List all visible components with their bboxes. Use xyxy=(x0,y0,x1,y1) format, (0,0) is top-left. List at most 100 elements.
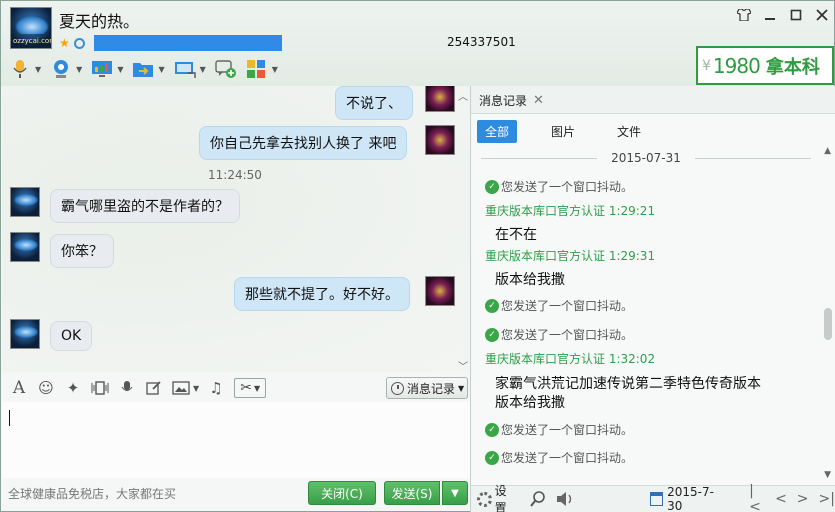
chevron-down-icon[interactable]: ▼ xyxy=(200,65,206,74)
tab-message-history[interactable]: 消息记录 ✕ xyxy=(479,92,544,109)
remote-desktop-button[interactable]: ▼ xyxy=(174,57,206,81)
filter-files[interactable]: 文件 xyxy=(609,120,649,143)
current-date: 2015-7-30 xyxy=(667,485,714,512)
close-icon[interactable] xyxy=(814,7,830,23)
scroll-up-icon[interactable]: ▲ xyxy=(824,146,831,156)
filter-images[interactable]: 图片 xyxy=(543,120,583,143)
previous-page-icon[interactable]: < xyxy=(775,491,787,507)
avatar-logo-icon xyxy=(15,16,49,34)
chevron-down-icon[interactable]: ▼ xyxy=(117,65,123,74)
check-icon: ✓ xyxy=(485,450,499,465)
chevron-down-icon: ▼ xyxy=(451,487,459,499)
message-history-button[interactable]: 消息记录 ▼ xyxy=(386,377,468,399)
avatar[interactable] xyxy=(10,319,40,349)
chevron-down-icon[interactable]: ﹀ xyxy=(458,358,468,372)
scroll-down-icon[interactable]: ▼ xyxy=(824,470,831,480)
avatar[interactable] xyxy=(425,125,455,155)
emoji-icon[interactable]: ☺ xyxy=(37,379,55,397)
qq-number: 254337501 xyxy=(447,35,516,49)
check-icon: ✓ xyxy=(485,298,499,313)
minimize-icon[interactable] xyxy=(762,7,778,23)
footer-ad-link[interactable]: 全球健康品免税店，大家都在买 xyxy=(8,485,176,502)
message-bubble-other[interactable]: OK xyxy=(50,321,93,351)
message-bubble-other[interactable]: 霸气哪里盗的不是作者的？ xyxy=(50,189,240,223)
avatar[interactable] xyxy=(425,86,455,112)
chevron-down-icon[interactable]: ▼ xyxy=(272,65,278,74)
contact-nickname[interactable]: 夏天的热。 xyxy=(59,8,139,32)
transfer-file-button[interactable]: ▼ xyxy=(132,57,165,81)
chat-window: ozzycai.com 夏天的热。 ★ 254337501 ▼ ▼ ▼ ▼ ▼ … xyxy=(0,0,835,512)
transfer-file-icon xyxy=(132,59,154,79)
history-entry-text: 您发送了一个窗口抖动。 xyxy=(501,180,634,194)
history-tabbar: 消息记录 ✕ xyxy=(471,86,835,114)
first-page-icon[interactable]: |< xyxy=(749,483,765,512)
history-entry: ✓ 您发送了一个窗口抖动。 xyxy=(485,421,633,438)
history-message: 版本给我撒 xyxy=(495,395,565,411)
screenshot-button[interactable]: ✂ ▼ xyxy=(234,378,267,398)
create-discussion-button[interactable] xyxy=(215,57,237,81)
chevron-up-icon[interactable]: ︿ xyxy=(458,88,468,103)
magic-wand-icon[interactable]: ✦ xyxy=(64,379,82,397)
maximize-icon[interactable] xyxy=(788,7,804,23)
edit-icon[interactable] xyxy=(145,379,163,397)
close-icon[interactable]: ✕ xyxy=(533,93,544,108)
history-entry-text: 您发送了一个窗口抖动。 xyxy=(501,328,634,342)
video-call-button[interactable]: ▼ xyxy=(50,57,82,81)
avatar-text: ozzycai.com xyxy=(13,37,52,45)
message-bubble-me[interactable]: 你自己先拿去找别人换了 来吧 xyxy=(199,126,408,160)
chevron-down-icon[interactable]: ▼ xyxy=(193,384,199,393)
avatar[interactable]: ozzycai.com xyxy=(10,7,52,49)
message-area[interactable]: ︿ 不说了、 你自己先拿去找别人换了 来吧 11:24:50 霸气哪里盗的不是作… xyxy=(2,86,470,372)
apps-button[interactable]: ▼ xyxy=(246,57,278,81)
history-message: 在不在 xyxy=(495,227,537,243)
close-button[interactable]: 关闭(C) xyxy=(308,481,376,505)
star-icon[interactable]: ★ xyxy=(59,36,70,50)
last-page-icon[interactable]: >| xyxy=(819,491,835,507)
chevron-down-icon[interactable]: ▼ xyxy=(158,65,164,74)
next-page-icon[interactable]: > xyxy=(797,491,809,507)
ad-text: 拿本科 xyxy=(765,56,820,78)
screen-share-icon xyxy=(91,59,113,79)
history-entry: ✓ 您发送了一个窗口抖动。 xyxy=(485,326,633,343)
date-picker[interactable]: 2015-7-30 xyxy=(649,485,728,512)
ad-banner[interactable]: ¥ 1980 拿本科 xyxy=(696,46,834,85)
send-options-button[interactable]: ▼ xyxy=(442,481,468,505)
microphone-icon xyxy=(9,59,31,79)
image-icon[interactable] xyxy=(172,379,190,397)
history-message: 版本给我撒 xyxy=(495,272,565,288)
chat-toolbar: ▼ ▼ ▼ ▼ ▼ ▼ xyxy=(9,57,287,81)
message-bubble-me[interactable]: 不说了、 xyxy=(335,86,413,120)
avatar[interactable] xyxy=(10,232,40,262)
clock-icon xyxy=(391,381,404,395)
status-row: ★ xyxy=(59,35,85,51)
music-icon[interactable]: ♫ xyxy=(207,379,225,397)
chevron-down-icon[interactable]: ▼ xyxy=(35,65,41,74)
scrollbar[interactable] xyxy=(824,308,832,340)
voice-call-button[interactable]: ▼ xyxy=(9,57,41,81)
screen-share-button[interactable]: ▼ xyxy=(91,57,123,81)
remote-desktop-icon xyxy=(174,59,196,79)
voice-message-icon[interactable] xyxy=(118,379,136,397)
ad-price: 1980 xyxy=(712,53,761,78)
history-sender: 重庆版本库口官方认证 1:29:31 xyxy=(485,249,656,263)
apps-icon xyxy=(246,59,268,79)
message-bubble-me[interactable]: 那些就不提了。好不好。 xyxy=(234,277,410,311)
check-icon: ✓ xyxy=(485,327,499,342)
message-history-label: 消息记录 xyxy=(407,381,456,396)
check-icon: ✓ xyxy=(485,179,499,194)
avatar[interactable] xyxy=(10,187,40,217)
send-button[interactable]: 发送(S) xyxy=(384,481,440,505)
skin-icon[interactable] xyxy=(736,7,752,23)
chevron-down-icon[interactable]: ▼ xyxy=(76,65,82,74)
message-bubble-other[interactable]: 你笨？ xyxy=(50,234,114,268)
message-input[interactable] xyxy=(2,402,470,478)
font-icon[interactable]: A xyxy=(10,378,28,398)
shake-window-icon[interactable] xyxy=(91,379,109,397)
speaker-icon[interactable] xyxy=(556,491,574,507)
search-icon[interactable] xyxy=(529,491,546,507)
avatar[interactable] xyxy=(425,276,455,306)
status-ring-icon[interactable] xyxy=(73,37,85,49)
signature-field[interactable] xyxy=(94,35,282,51)
filter-all[interactable]: 全部 xyxy=(477,119,518,143)
settings-button[interactable]: 设置 xyxy=(471,482,518,512)
